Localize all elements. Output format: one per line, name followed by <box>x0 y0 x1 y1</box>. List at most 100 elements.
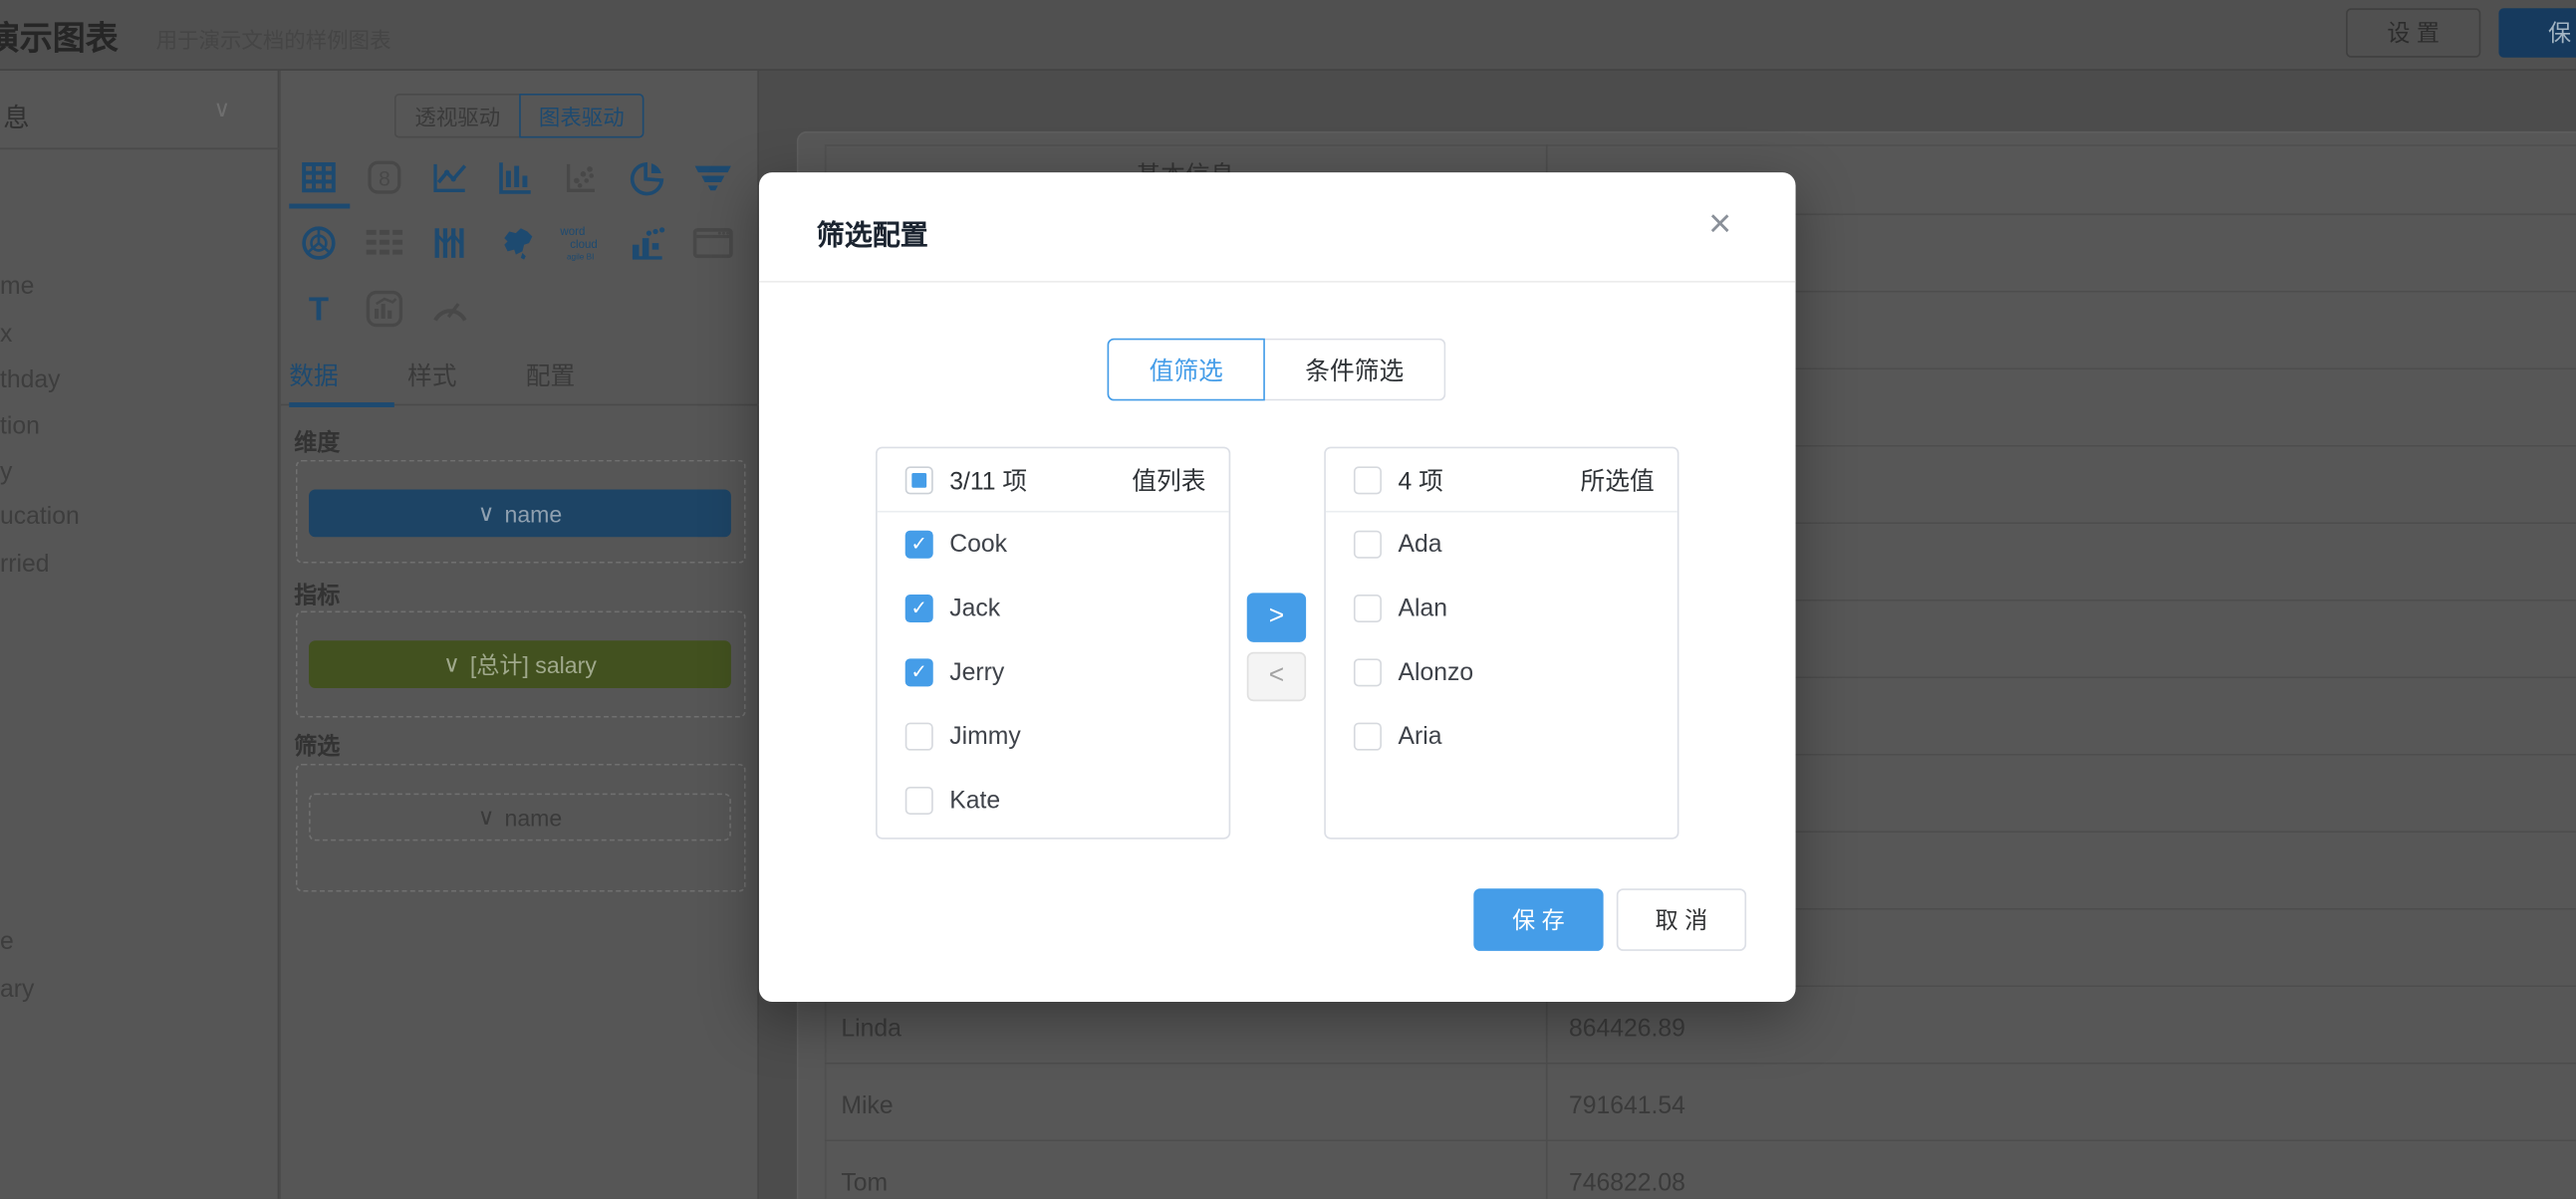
move-right-button[interactable]: > <box>1247 593 1306 641</box>
dimension-pill-label: name <box>504 500 562 526</box>
field-item[interactable]: thday <box>0 366 61 394</box>
checkbox-unchecked[interactable] <box>905 787 933 815</box>
bar-chart-icon[interactable] <box>483 144 549 210</box>
field-item[interactable]: y <box>0 458 12 486</box>
chart-type-grid: 8 wordcloudagile BI <box>286 144 749 342</box>
tab-style[interactable]: 样式 <box>407 359 457 407</box>
checkbox-checked[interactable]: ✓ <box>905 595 933 622</box>
checkbox-unchecked[interactable] <box>1354 531 1382 559</box>
text-chart-icon[interactable]: T <box>286 276 352 342</box>
save-button[interactable]: 保 存 <box>1473 888 1603 951</box>
tab-value-filter[interactable]: 值筛选 <box>1108 339 1265 401</box>
filter-config-dialog: 筛选配置 × 值筛选 条件筛选 3/11 项 值列表 ✓ Cook ✓ Jack… <box>759 172 1796 1002</box>
field-item[interactable]: x <box>0 321 12 349</box>
metric-pill[interactable]: ∨ [总计] salary <box>309 640 731 688</box>
list-item[interactable]: ✓ Jerry <box>878 640 1229 704</box>
save-chart-button[interactable]: 保 存 <box>2498 8 2576 57</box>
numeric-card-icon[interactable]: 8 <box>352 144 417 210</box>
checkbox-unchecked[interactable] <box>1354 658 1382 686</box>
list-item[interactable]: Aria <box>1326 705 1677 769</box>
pie-chart-icon[interactable] <box>615 144 680 210</box>
pivot-mode-button[interactable]: 透视驱动 <box>394 94 519 138</box>
field-item[interactable]: tion <box>0 412 40 440</box>
dataset-name-label: 息 <box>3 96 29 135</box>
field-item[interactable]: e <box>0 928 14 956</box>
scatter-chart-icon[interactable] <box>549 144 615 210</box>
table-chart-icon[interactable] <box>286 144 352 210</box>
builder-tabs: 数据 样式 配置 <box>289 359 575 407</box>
caret-down-icon: ∨ <box>478 499 495 527</box>
radar-chart-icon[interactable] <box>286 210 352 276</box>
table-cell-name: Mike <box>841 1092 893 1120</box>
svg-text:8: 8 <box>379 166 390 190</box>
field-item[interactable]: rried <box>0 550 50 578</box>
check-icon: ✓ <box>910 531 927 559</box>
list-item[interactable]: Jimmy <box>878 705 1229 769</box>
checkbox-unchecked[interactable] <box>1354 723 1382 751</box>
page-subtitle: 用于演示文档的样例图表 <box>156 23 391 54</box>
builder-tabs-active-indicator <box>289 402 394 407</box>
selected-list-title: 所选值 <box>1581 462 1655 497</box>
settings-button[interactable]: 设 置 <box>2346 8 2480 57</box>
funnel-chart-icon[interactable] <box>680 144 746 210</box>
table-cell-name: Linda <box>841 1015 902 1043</box>
list-item[interactable]: Alan <box>1326 577 1677 640</box>
select-all-checkbox[interactable] <box>1354 466 1382 494</box>
mode-toggle: 透视驱动 图表驱动 <box>394 94 644 138</box>
field-item[interactable]: me <box>0 273 34 301</box>
list-item[interactable]: ✓ Cook <box>878 513 1229 577</box>
page-title: 演示图表 <box>0 12 119 60</box>
svg-text:T: T <box>309 291 329 328</box>
value-list-header: 3/11 项 值列表 <box>878 448 1229 512</box>
selected-list-box: 4 项 所选值 Ada Alan Alonzo Aria <box>1324 447 1678 839</box>
metric-pill-label: [总计] salary <box>470 648 597 681</box>
chart-mode-button[interactable]: 图表驱动 <box>519 94 644 138</box>
list-item[interactable]: Alonzo <box>1326 640 1677 704</box>
caret-down-icon: ∨ <box>478 803 495 831</box>
value-list-box: 3/11 项 值列表 ✓ Cook ✓ Jack ✓ Jerry Jimmy K <box>876 447 1230 839</box>
metric-section-label: 指标 <box>294 579 340 611</box>
tab-condition-filter[interactable]: 条件筛选 <box>1265 339 1445 401</box>
tab-data[interactable]: 数据 <box>289 359 339 407</box>
filter-type-tabs: 值筛选 条件筛选 <box>1108 339 1446 401</box>
cancel-button[interactable]: 取 消 <box>1617 888 1746 951</box>
check-icon: ✓ <box>910 658 927 686</box>
move-left-button[interactable]: < <box>1247 652 1306 701</box>
pivot-strip-icon[interactable] <box>352 210 417 276</box>
table-cell-value: 791641.54 <box>1569 1092 1685 1120</box>
check-icon: ✓ <box>910 595 927 622</box>
tab-config[interactable]: 配置 <box>526 359 576 407</box>
list-item[interactable]: ✓ Jack <box>878 577 1229 640</box>
selected-list-header: 4 项 所选值 <box>1326 448 1677 512</box>
chevron-down-icon[interactable]: ∨ <box>213 96 230 123</box>
field-item[interactable]: ary <box>0 976 34 1004</box>
filter-pill-label: name <box>504 804 562 830</box>
list-item[interactable]: Kate <box>878 769 1229 833</box>
svg-text:word: word <box>559 226 585 238</box>
arrow-left-icon: < <box>1269 662 1284 692</box>
caret-down-icon: ∨ <box>443 650 460 678</box>
dimension-pill[interactable]: ∨ name <box>309 489 731 537</box>
checkbox-unchecked[interactable] <box>905 723 933 751</box>
checkbox-unchecked[interactable] <box>1354 595 1382 622</box>
ranking-bar-icon[interactable] <box>615 210 680 276</box>
arrow-right-icon: > <box>1269 602 1284 632</box>
active-chart-underline <box>289 204 350 209</box>
checkbox-checked[interactable]: ✓ <box>905 531 933 559</box>
filter-pill[interactable]: ∨ name <box>309 794 731 841</box>
field-item[interactable]: ucation <box>0 503 80 531</box>
web-frame-icon[interactable] <box>680 210 746 276</box>
list-item[interactable]: Ada <box>1326 513 1677 577</box>
line-chart-icon[interactable] <box>417 144 483 210</box>
table-cell-value: 746822.08 <box>1569 1169 1685 1197</box>
filter-section-label: 筛选 <box>294 729 340 762</box>
china-map-icon[interactable] <box>483 210 549 276</box>
close-icon[interactable]: × <box>1708 205 1731 245</box>
combo-chart-icon[interactable] <box>352 276 417 342</box>
kline-chart-icon[interactable] <box>417 210 483 276</box>
gauge-chart-icon[interactable] <box>417 276 483 342</box>
word-cloud-icon[interactable]: wordcloudagile BI <box>549 210 615 276</box>
value-list-count: 3/11 项 <box>949 462 1027 497</box>
select-all-checkbox[interactable] <box>905 466 933 494</box>
checkbox-checked[interactable]: ✓ <box>905 658 933 686</box>
